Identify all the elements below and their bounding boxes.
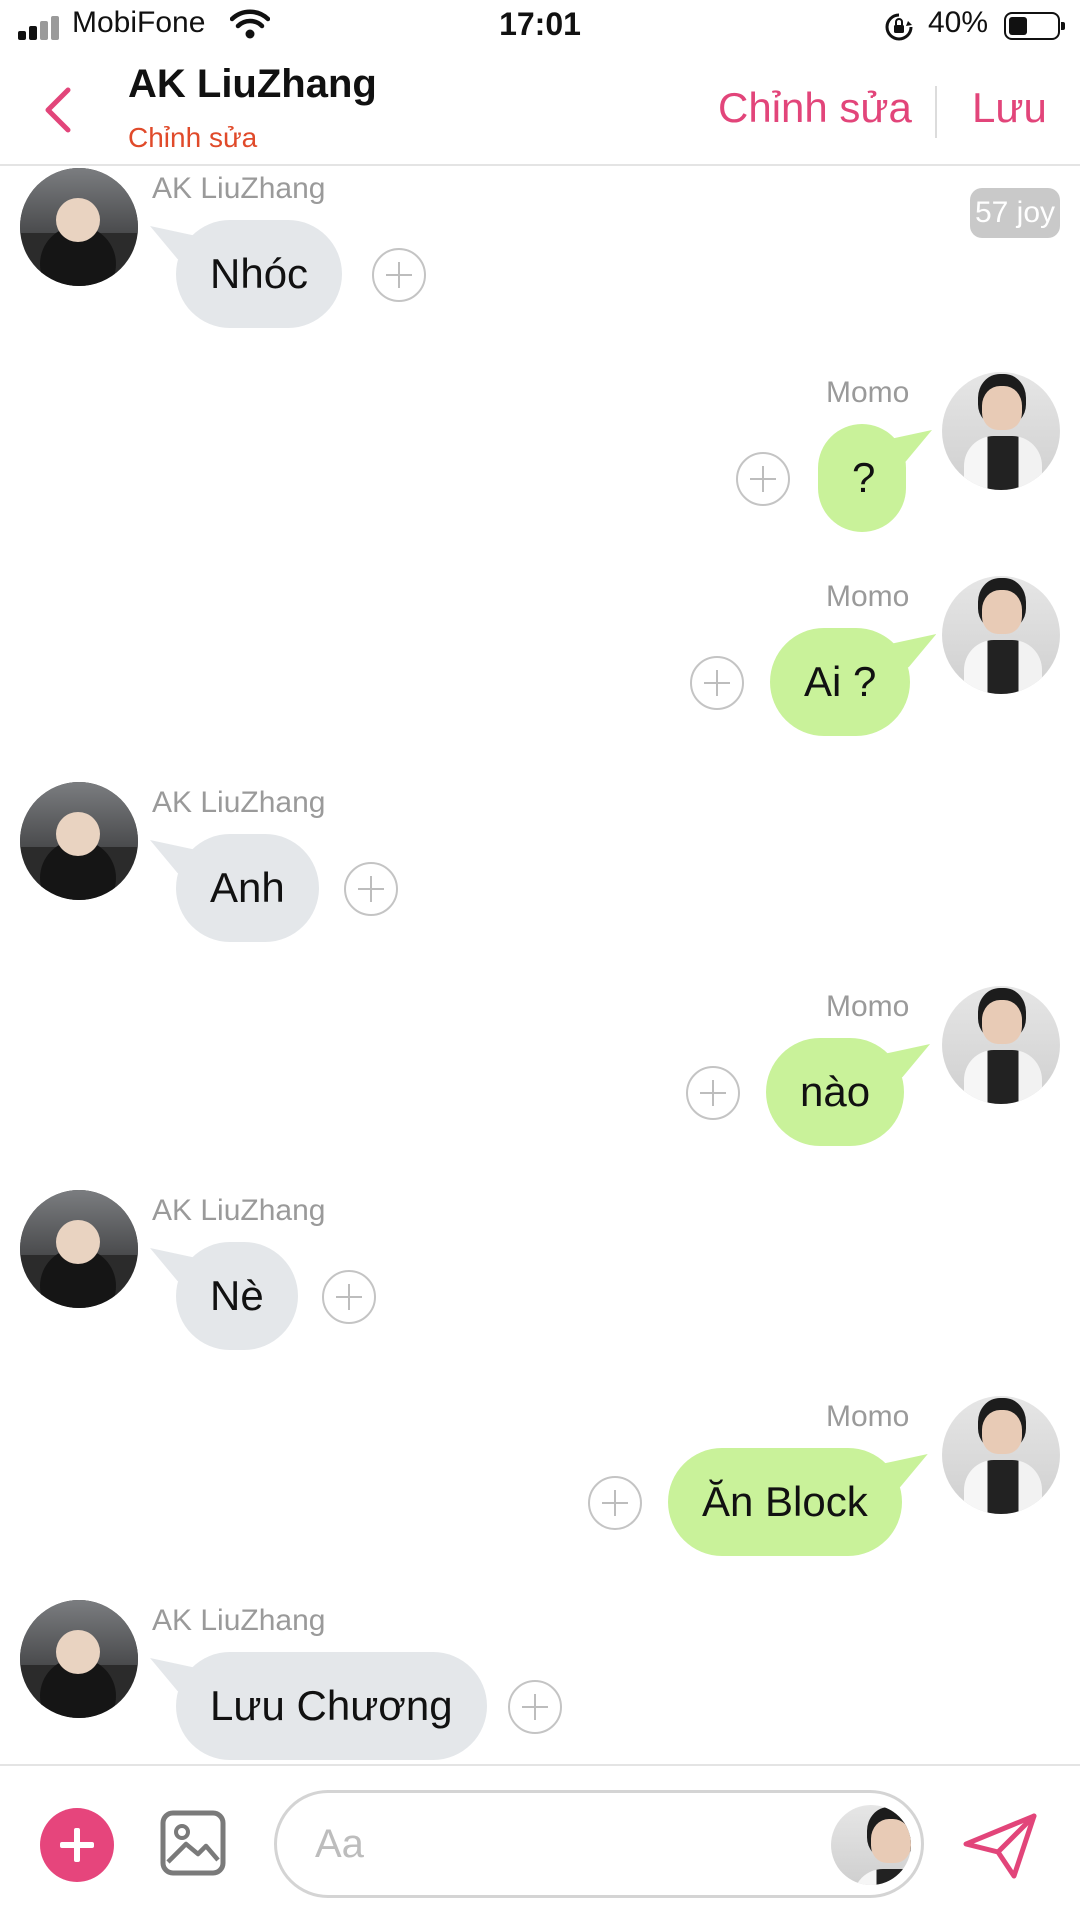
image-icon[interactable] bbox=[160, 1810, 226, 1876]
add-reaction-icon[interactable] bbox=[736, 452, 790, 506]
add-reaction-icon[interactable] bbox=[588, 1476, 642, 1530]
edit-button[interactable]: Chỉnh sửa bbox=[718, 84, 912, 132]
add-reaction-icon[interactable] bbox=[686, 1066, 740, 1120]
battery-percent: 40% bbox=[928, 6, 989, 39]
header-divider bbox=[935, 86, 937, 138]
message-composer bbox=[0, 1764, 1080, 1920]
message-bubble[interactable]: ? bbox=[818, 424, 906, 532]
message-bubble[interactable]: nào bbox=[766, 1038, 905, 1146]
avatar-momo[interactable] bbox=[831, 1805, 911, 1885]
add-reaction-icon[interactable] bbox=[690, 656, 744, 710]
send-icon[interactable] bbox=[962, 1812, 1038, 1880]
message-bubble[interactable]: Nhóc bbox=[176, 220, 343, 328]
message-list[interactable]: 57 joy AK LiuZhang Nhóc Momo ? Momo Ai ?… bbox=[0, 168, 1080, 1764]
sender-name: Momo bbox=[826, 990, 910, 1023]
avatar-ak[interactable] bbox=[20, 168, 138, 286]
status-bar: MobiFone 17:01 40% bbox=[0, 0, 1080, 56]
avatar-momo[interactable] bbox=[942, 372, 1060, 490]
sender-name: AK LiuZhang bbox=[152, 1194, 326, 1227]
avatar-momo[interactable] bbox=[942, 576, 1060, 694]
message-input-wrapper[interactable] bbox=[274, 1790, 924, 1898]
rotation-lock-icon bbox=[885, 13, 913, 41]
back-chevron-icon[interactable] bbox=[38, 82, 78, 138]
message-bubble[interactable]: Lưu Chương bbox=[176, 1652, 487, 1760]
page-subtitle[interactable]: Chỉnh sửa bbox=[128, 122, 257, 154]
add-reaction-icon[interactable] bbox=[508, 1680, 562, 1734]
avatar-ak[interactable] bbox=[20, 1600, 138, 1718]
page-title: AK LiuZhang bbox=[128, 62, 377, 106]
avatar-momo[interactable] bbox=[942, 1396, 1060, 1514]
sender-name: Momo bbox=[826, 376, 910, 409]
time-badge: 57 joy bbox=[970, 188, 1060, 238]
status-time: 17:01 bbox=[499, 6, 581, 42]
avatar-ak[interactable] bbox=[20, 1190, 138, 1308]
add-reaction-icon[interactable] bbox=[344, 862, 398, 916]
save-button[interactable]: Lưu bbox=[972, 84, 1047, 132]
add-reaction-icon[interactable] bbox=[372, 248, 426, 302]
message-bubble[interactable]: Anh bbox=[176, 834, 319, 942]
sender-name: Momo bbox=[826, 1400, 910, 1433]
add-button[interactable] bbox=[40, 1808, 114, 1882]
add-reaction-icon[interactable] bbox=[322, 1270, 376, 1324]
message-bubble[interactable]: Ăn Block bbox=[668, 1448, 902, 1556]
chat-header: AK LiuZhang Chỉnh sửa Chỉnh sửa Lưu bbox=[0, 56, 1080, 166]
message-input[interactable] bbox=[315, 1793, 775, 1895]
sender-name: Momo bbox=[826, 580, 910, 613]
message-bubble[interactable]: Nè bbox=[176, 1242, 298, 1350]
message-bubble[interactable]: Ai ? bbox=[770, 628, 911, 736]
avatar-ak[interactable] bbox=[20, 782, 138, 900]
sender-name: AK LiuZhang bbox=[152, 786, 326, 819]
sender-name: AK LiuZhang bbox=[152, 172, 326, 205]
battery-icon bbox=[1004, 12, 1065, 40]
avatar-momo[interactable] bbox=[942, 986, 1060, 1104]
sender-name: AK LiuZhang bbox=[152, 1604, 326, 1637]
